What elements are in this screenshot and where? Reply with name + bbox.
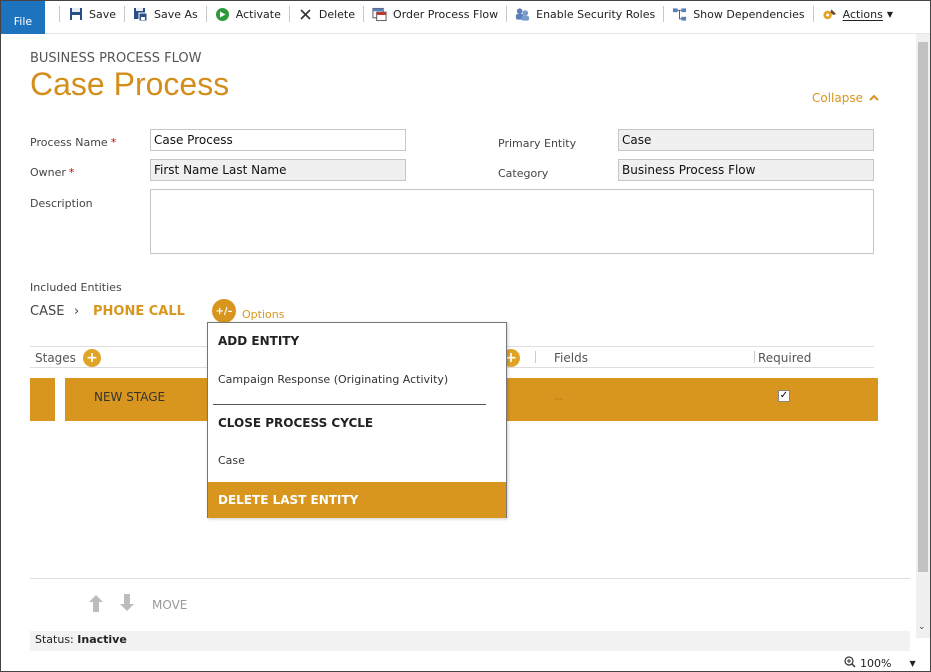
chevron-down-icon[interactable]: ▼ xyxy=(909,659,915,668)
entity-case[interactable]: CASE xyxy=(30,304,64,319)
enable-security-roles-button[interactable]: Enable Security Roles xyxy=(507,1,663,27)
command-bar: File Save Save As Activate Delete Order … xyxy=(1,1,930,34)
process-name-label: Process Name * xyxy=(30,136,117,149)
move-up-icon[interactable] xyxy=(87,593,105,616)
chevron-right-icon: › xyxy=(74,304,80,319)
actions-menu-button[interactable]: Actions ▼ xyxy=(814,1,901,27)
move-label: MOVE xyxy=(152,598,188,612)
activate-icon xyxy=(215,7,230,22)
description-label: Description xyxy=(30,197,93,210)
order-process-flow-icon xyxy=(372,7,387,22)
status-label: Status: xyxy=(35,633,74,646)
delete-button[interactable]: Delete xyxy=(290,1,363,27)
save-as-button[interactable]: Save As xyxy=(125,1,206,27)
required-checkbox[interactable]: ✓ xyxy=(778,390,790,402)
required-marker: * xyxy=(68,166,75,179)
menu-item-campaign-response[interactable]: Campaign Response (Originating Activity) xyxy=(218,373,448,386)
column-separator xyxy=(535,351,536,363)
add-stage-icon[interactable]: + xyxy=(83,349,101,367)
zoom-icon xyxy=(844,656,856,671)
show-dependencies-label: Show Dependencies xyxy=(693,7,805,21)
save-button[interactable]: Save xyxy=(60,1,124,27)
page-title: Case Process xyxy=(30,66,230,102)
divider xyxy=(30,578,910,579)
vertical-scrollbar[interactable]: ⌄ xyxy=(916,34,930,638)
scroll-down-arrow-icon[interactable]: ⌄ xyxy=(918,622,926,632)
show-dependencies-button[interactable]: Show Dependencies xyxy=(664,1,812,27)
close-process-cycle-heading: CLOSE PROCESS CYCLE xyxy=(218,416,374,430)
dependencies-icon xyxy=(672,7,687,22)
order-process-flow-button[interactable]: Order Process Flow xyxy=(364,1,506,27)
category-label: Category xyxy=(498,167,549,180)
stage-row-handle[interactable] xyxy=(30,378,55,421)
stage-field-value: -- xyxy=(555,392,563,405)
save-icon xyxy=(68,7,83,22)
primary-entity-field: Case xyxy=(618,129,874,151)
save-label: Save xyxy=(89,7,117,21)
options-label[interactable]: Options xyxy=(242,308,284,321)
category-field: Business Process Flow xyxy=(618,159,874,181)
enable-security-roles-label: Enable Security Roles xyxy=(536,7,656,21)
chevron-down-icon: ▼ xyxy=(886,9,894,19)
actions-label: Actions xyxy=(842,7,883,21)
fields-column-header: Fields xyxy=(554,351,588,365)
entity-phone-call[interactable]: PHONE CALL xyxy=(93,304,185,319)
actions-icon xyxy=(822,7,837,22)
activate-button[interactable]: Activate xyxy=(207,1,289,27)
record-type-label: BUSINESS PROCESS FLOW xyxy=(30,51,202,66)
add-entity-heading: ADD ENTITY xyxy=(218,334,300,348)
menu-divider xyxy=(213,404,486,405)
save-as-label: Save As xyxy=(154,7,198,21)
zoom-control[interactable]: 100% ▼ xyxy=(844,656,916,671)
column-separator xyxy=(754,351,755,363)
zoom-value: 100% xyxy=(860,657,892,670)
menu-item-case[interactable]: Case xyxy=(218,454,245,467)
delete-icon xyxy=(298,7,313,22)
description-textarea[interactable] xyxy=(150,189,874,254)
owner-label: Owner * xyxy=(30,166,75,179)
included-entities-label: Included Entities xyxy=(30,281,122,294)
delete-last-entity-button[interactable]: DELETE LAST ENTITY xyxy=(208,482,506,518)
required-column-header: Required xyxy=(758,351,812,365)
collapse-button[interactable]: Collapse xyxy=(812,91,879,105)
chevron-up-icon xyxy=(869,94,879,101)
order-process-flow-label: Order Process Flow xyxy=(393,7,499,21)
security-roles-icon xyxy=(515,7,530,22)
stages-column-header: Stages xyxy=(35,351,76,365)
options-menu: ADD ENTITY Campaign Response (Originatin… xyxy=(207,322,507,518)
status-value: Inactive xyxy=(77,633,127,646)
activate-label: Activate xyxy=(235,7,281,21)
delete-label: Delete xyxy=(318,7,356,21)
scrollbar-thumb[interactable] xyxy=(918,42,928,572)
process-name-input[interactable]: Case Process xyxy=(150,129,406,151)
stage-name: NEW STAGE xyxy=(94,390,166,404)
required-marker: * xyxy=(110,136,117,149)
primary-entity-label: Primary Entity xyxy=(498,137,577,150)
save-as-icon xyxy=(133,7,148,22)
status-bar: Status: Inactive xyxy=(30,631,910,651)
file-button[interactable]: File xyxy=(1,1,45,34)
owner-field[interactable]: First Name Last Name xyxy=(150,159,406,181)
options-button[interactable]: +/– xyxy=(212,299,236,323)
collapse-label: Collapse xyxy=(812,91,863,105)
move-down-icon[interactable] xyxy=(118,593,136,616)
